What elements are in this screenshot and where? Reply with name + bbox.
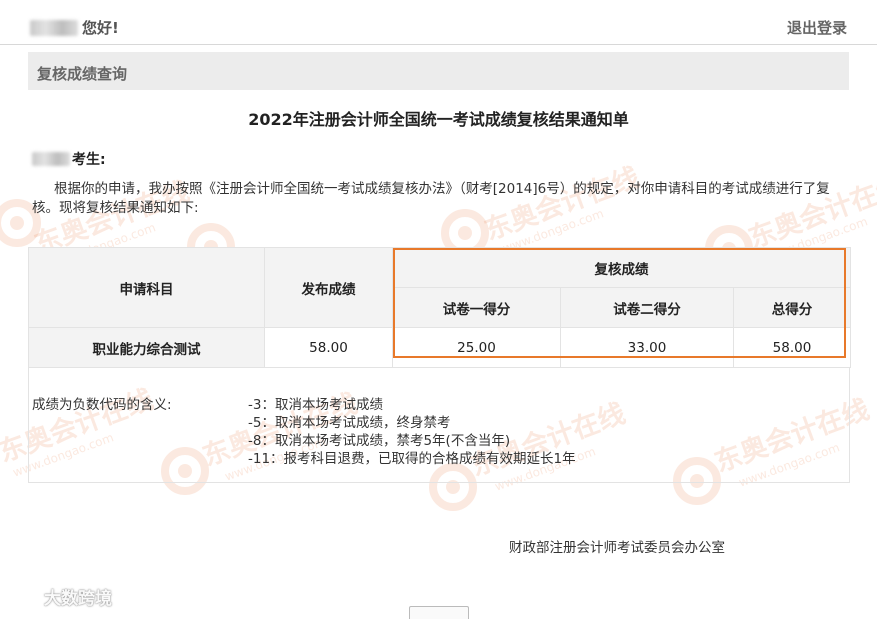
cell-published: 58.00: [264, 327, 393, 368]
cell-subject: 职业能力综合测试: [28, 327, 265, 368]
code-item: -5：取消本场考试成绩，终身禁考: [248, 415, 451, 431]
corner-watermark-text: 大数跨境: [44, 589, 112, 609]
review-highlight-box: [393, 248, 846, 358]
section-title: 复核成绩查询: [37, 65, 128, 83]
bottom-button[interactable]: [409, 606, 469, 619]
header-published-score: 发布成绩: [264, 247, 393, 328]
redacted-candidate-name: [32, 152, 70, 166]
codes-label: 成绩为负数代码的含义:: [32, 397, 172, 413]
salutation: 考生:: [32, 149, 106, 169]
greeting-text: 您好!: [82, 19, 119, 37]
top-bar: 您好! 退出登录: [0, 0, 877, 45]
signature: 财政部注册会计师考试委员会办公室: [509, 540, 725, 556]
code-item: -11：报考科目退费，已取得的合格成绩有效期延长1年: [248, 451, 576, 467]
redacted-username: [30, 19, 78, 36]
notice-paragraph: 根据你的申请，我办按照《注册会计师全国统一考试成绩复核办法》（财考[2014]6…: [32, 181, 830, 216]
logout-link[interactable]: 退出登录: [787, 17, 847, 38]
section-header: 复核成绩查询: [28, 52, 849, 90]
header-subject: 申请科目: [28, 247, 265, 328]
corner-watermark: 大数跨境: [6, 584, 112, 609]
code-item: -8：取消本场考试成绩，禁考5年(不含当年): [248, 433, 511, 449]
code-item: -3：取消本场考试成绩: [248, 397, 383, 413]
greeting: 您好!: [30, 17, 119, 38]
notice-title: 2022年注册会计师全国统一考试成绩复核结果通知单: [248, 110, 629, 129]
corner-logo-icon: [6, 588, 39, 605]
salutation-text: 考生:: [72, 152, 106, 168]
